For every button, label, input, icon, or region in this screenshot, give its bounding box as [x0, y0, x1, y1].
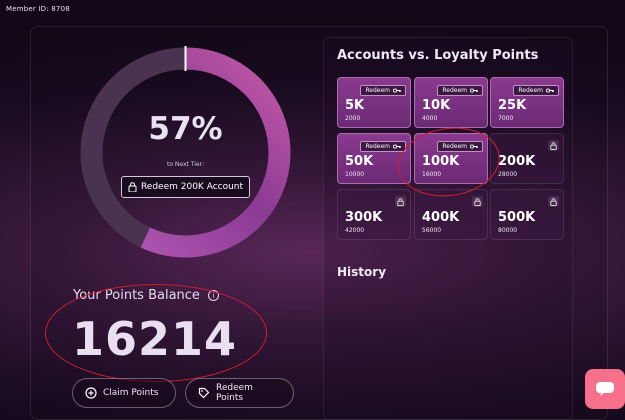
plus-circle-icon — [85, 387, 97, 399]
tile-points: 2000 — [345, 115, 361, 122]
account-tile[interactable]: 200K 28000 — [490, 133, 564, 184]
account-tile[interactable]: Redeem 10K 4000 — [414, 77, 488, 128]
tile-redeem-button[interactable]: Redeem — [513, 85, 559, 96]
top-strip: Member ID: 8708 — [0, 0, 625, 22]
tile-points: 7000 — [498, 115, 514, 122]
tile-points: 28000 — [498, 171, 518, 178]
account-tile[interactable]: 400K 56000 — [414, 189, 488, 240]
key-icon — [393, 144, 401, 149]
tile-tier: 400K — [422, 210, 460, 225]
tile-tier: 200K — [498, 154, 536, 169]
lock-icon — [548, 196, 559, 207]
tile-points: 4000 — [422, 115, 438, 122]
key-icon — [393, 88, 401, 93]
tile-redeem-label: Redeem — [365, 143, 390, 150]
history-title: History — [337, 265, 387, 279]
tag-icon — [198, 387, 210, 399]
tile-redeem-button[interactable]: Redeem — [360, 85, 406, 96]
tile-redeem-label: Redeem — [442, 87, 467, 94]
chat-icon — [596, 382, 614, 396]
redeem-200k-label: Redeem 200K Account — [140, 182, 244, 192]
chat-button[interactable] — [585, 369, 625, 409]
account-tile[interactable]: Redeem 5K 2000 — [337, 77, 411, 128]
account-tile[interactable]: 500K 80000 — [490, 189, 564, 240]
member-id: Member ID: 8708 — [6, 5, 70, 13]
tile-tier: 500K — [498, 210, 536, 225]
tile-redeem-label: Redeem — [518, 87, 543, 94]
tile-redeem-button[interactable]: Redeem — [360, 141, 406, 152]
tile-tier: 50K — [345, 154, 374, 169]
redeem-points-button[interactable]: Redeem Points — [185, 378, 294, 408]
tile-tier: 300K — [345, 210, 383, 225]
progress-percent: 57% — [148, 111, 223, 147]
tile-redeem-button[interactable]: Redeem — [437, 85, 483, 96]
key-icon — [470, 88, 478, 93]
tile-tier: 25K — [498, 98, 527, 113]
claim-points-label: Claim Points — [103, 388, 159, 398]
tile-points: 10000 — [345, 171, 365, 178]
tile-points: 80000 — [498, 227, 518, 234]
lock-icon — [472, 196, 483, 207]
tile-points: 42000 — [345, 227, 365, 234]
tile-tier: 5K — [345, 98, 365, 113]
lock-icon — [395, 196, 406, 207]
claim-points-button[interactable]: Claim Points — [72, 378, 176, 408]
progress-center: 57% to Next Tier: Redeem 200K Account — [78, 45, 293, 260]
lock-icon — [128, 182, 137, 192]
tile-points: 56000 — [422, 227, 442, 234]
accounts-title: Accounts vs. Loyalty Points — [337, 48, 539, 63]
redeem-200k-button[interactable]: Redeem 200K Account — [120, 176, 251, 198]
account-tile[interactable]: Redeem 25K 7000 — [490, 77, 564, 128]
key-icon — [546, 88, 554, 93]
tile-tier: 10K — [422, 98, 451, 113]
account-tile[interactable]: 300K 42000 — [337, 189, 411, 240]
tile-redeem-label: Redeem — [365, 87, 390, 94]
redeem-points-label: Redeem Points — [216, 383, 253, 403]
annotation-ellipse-balance — [45, 284, 267, 382]
next-tier-label: to Next Tier: — [166, 161, 205, 168]
lock-icon — [548, 140, 559, 151]
